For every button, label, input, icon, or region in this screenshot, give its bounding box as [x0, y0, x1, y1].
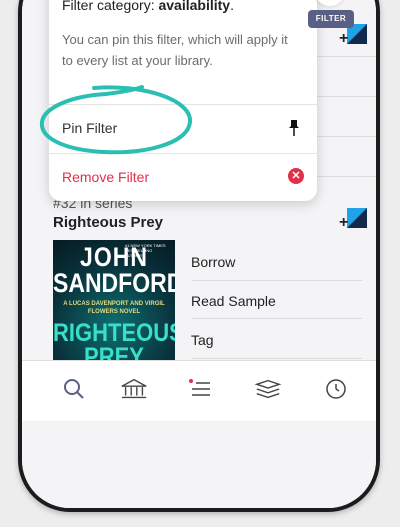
divider [192, 358, 362, 359]
divider [49, 153, 317, 154]
pin-filter-button[interactable]: Pin Filter [62, 120, 117, 136]
book-cover[interactable]: #1 NEW YORK TIMES BESTSELLING AUTHOR JOH… [53, 240, 175, 362]
filter-category-value: availability [158, 0, 231, 13]
list-icon [347, 208, 367, 228]
search-icon[interactable] [60, 375, 88, 403]
divider [49, 104, 317, 105]
filter-popover: Filter category: availability. You can p… [49, 0, 317, 201]
library-icon[interactable] [120, 375, 148, 403]
plus-icon: + [339, 30, 349, 47]
divider [192, 280, 362, 281]
popover-title: Filter category: availability. [62, 0, 234, 13]
tag-button[interactable]: Tag [191, 332, 214, 348]
cover-author-last: SANDFORD [53, 267, 175, 298]
book-title[interactable]: Righteous Prey [53, 214, 163, 231]
phone-frame: + #32 in series Righteous Prey + #1 NEW … [18, 0, 380, 512]
divider [192, 318, 362, 319]
plus-icon: + [339, 214, 349, 231]
filter-chip[interactable]: FILTER [308, 10, 354, 28]
add-to-list-button[interactable]: + [339, 208, 367, 231]
clock-icon[interactable] [322, 375, 350, 403]
cover-subtitle: A LUCAS DAVENPORT AND VIRGIL FLOWERS NOV… [63, 301, 165, 315]
shelf-icon[interactable] [254, 375, 282, 403]
pin-icon[interactable] [287, 119, 301, 137]
cover-title-line2: PREY [84, 342, 144, 362]
app-screen: + #32 in series Righteous Prey + #1 NEW … [22, 0, 376, 508]
borrow-button[interactable]: Borrow [191, 254, 235, 270]
remove-filter-button[interactable]: Remove Filter [62, 169, 149, 185]
popover-description: You can pin this filter, which will appl… [62, 32, 288, 68]
bottom-nav [22, 360, 376, 421]
remove-icon[interactable]: ✕ [288, 168, 304, 184]
read-sample-button[interactable]: Read Sample [191, 293, 276, 309]
menu-icon[interactable] [187, 375, 215, 403]
